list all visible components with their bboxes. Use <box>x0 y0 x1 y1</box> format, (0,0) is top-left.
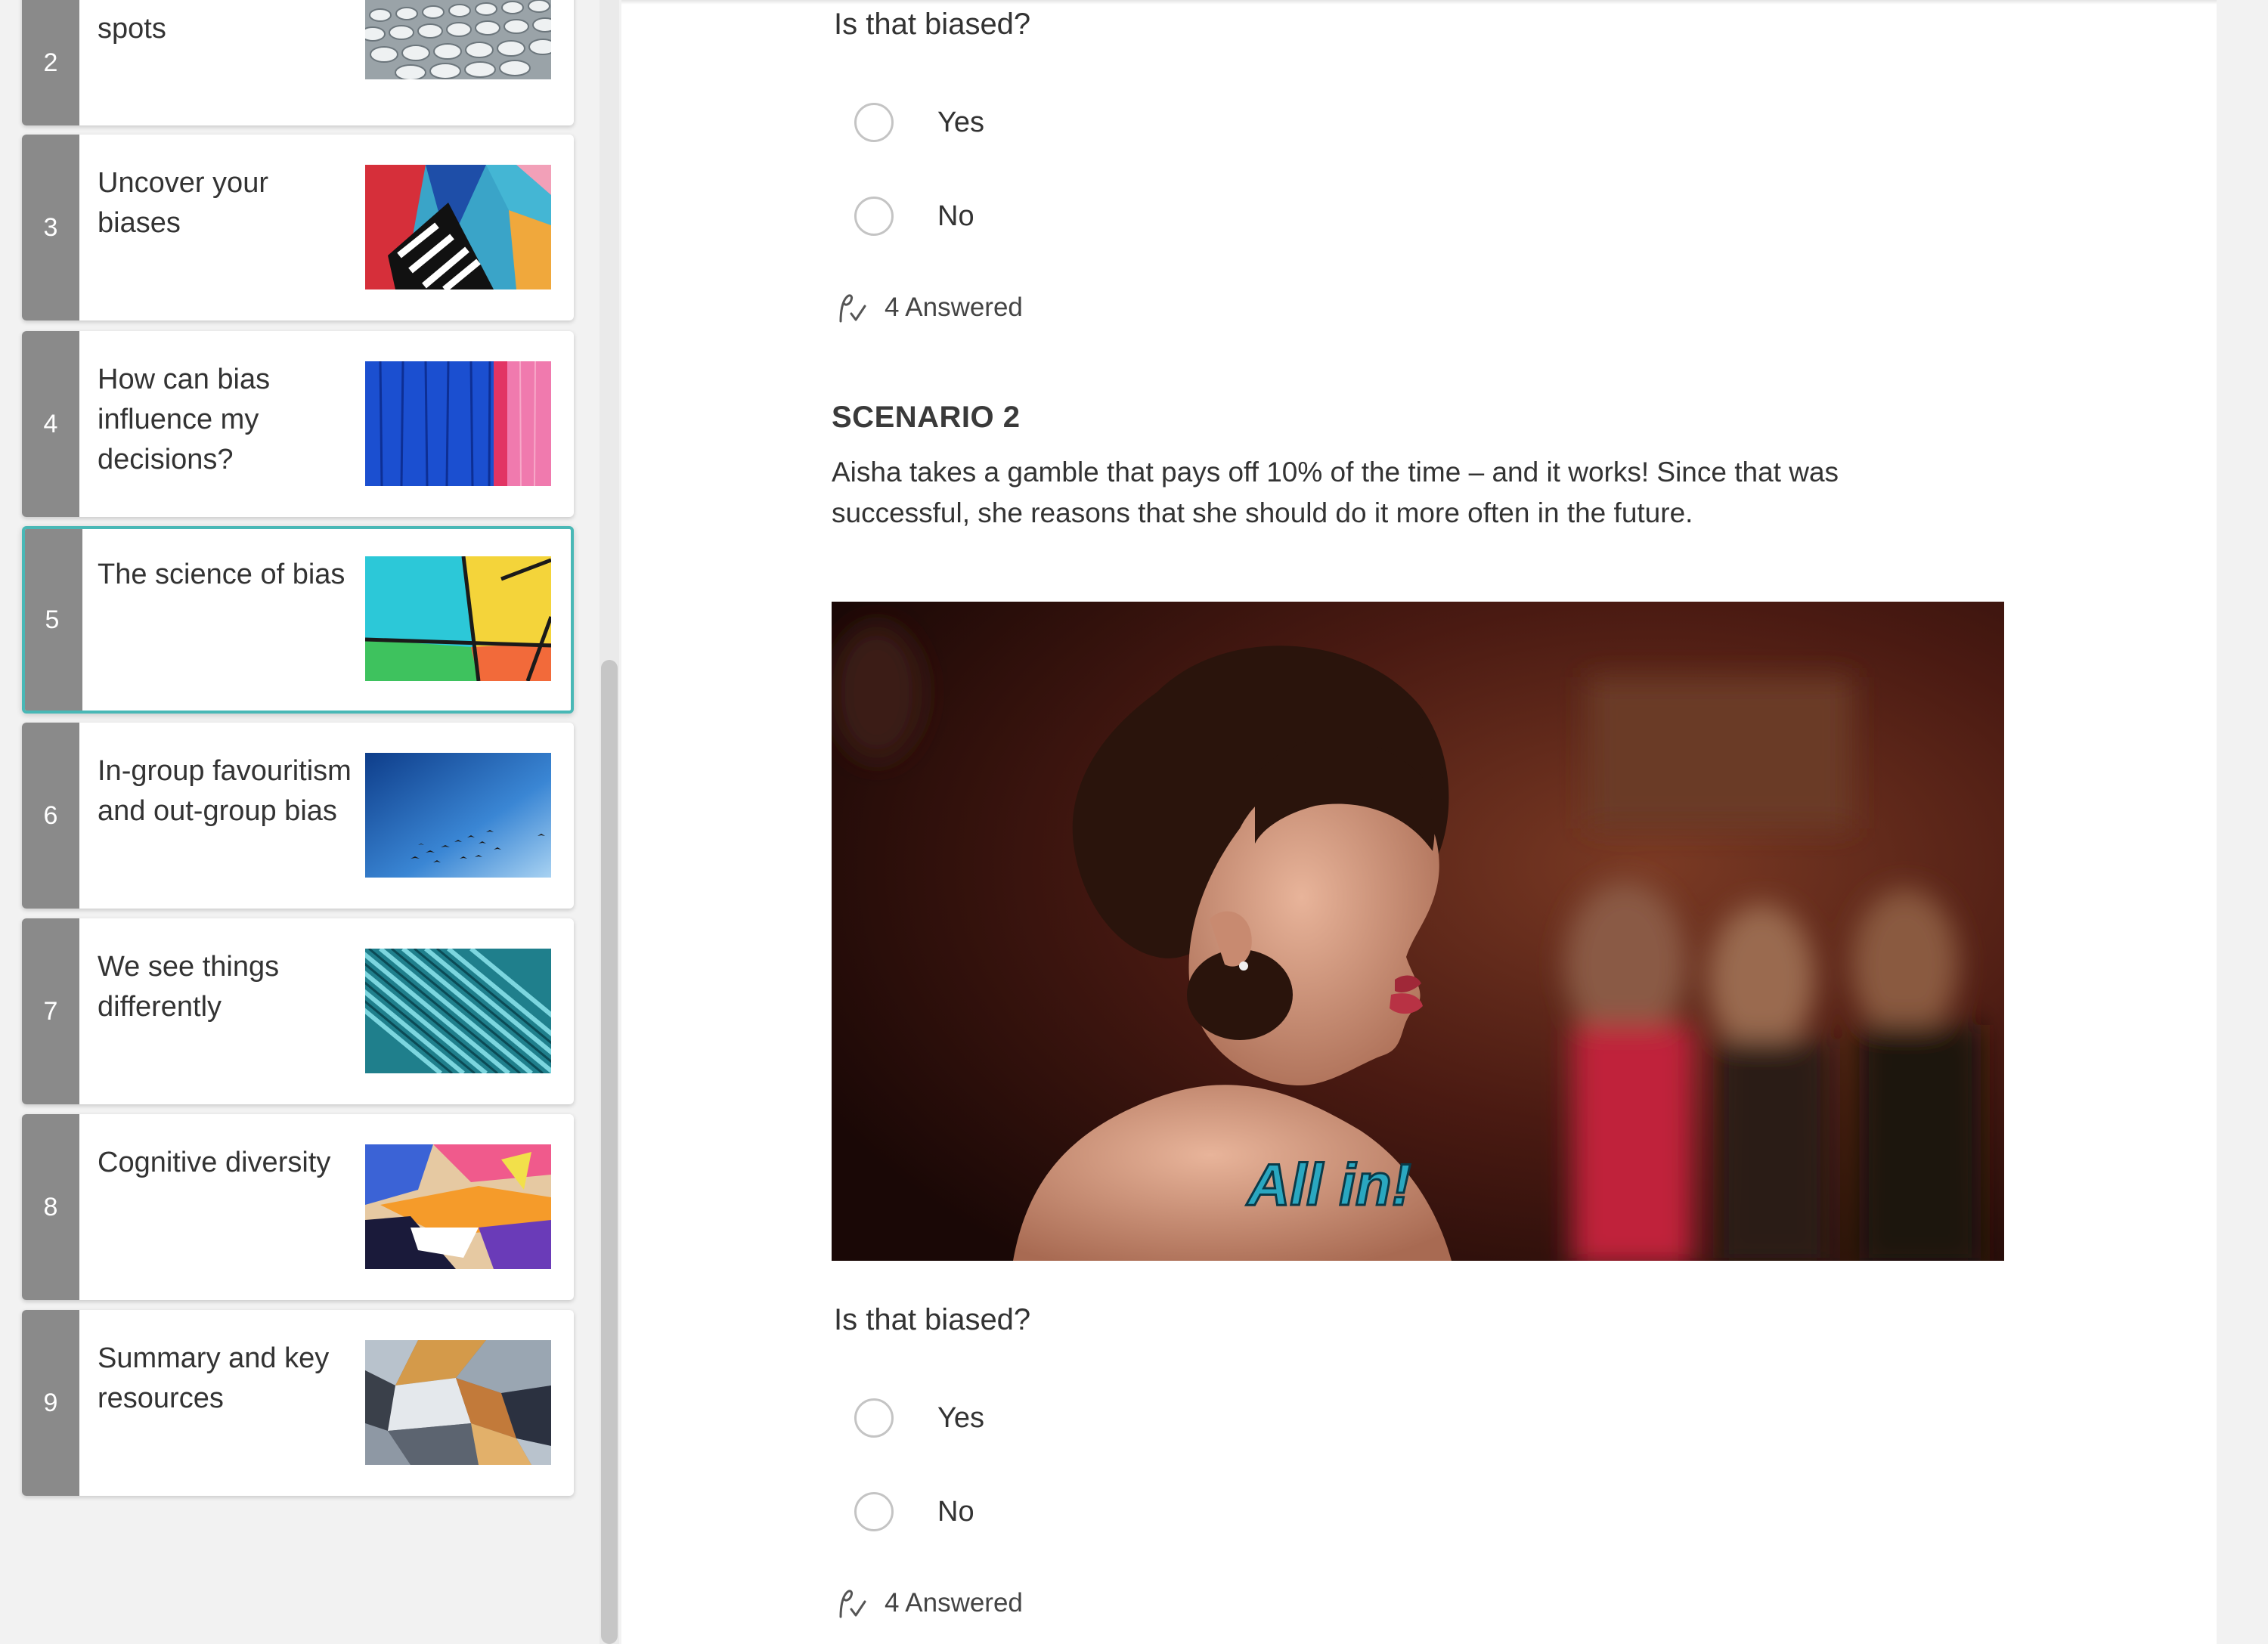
lesson-thumbnail <box>365 1144 551 1269</box>
radio-button[interactable] <box>854 103 894 142</box>
scenario-heading: SCENARIO 2 <box>832 401 1021 434</box>
scenario-gif: All in! <box>832 602 2004 1261</box>
lesson-number: 7 <box>22 918 79 1104</box>
lesson-card-6[interactable]: 6 In-group favouritism and out-group bia… <box>22 723 574 909</box>
lesson-thumbnail <box>365 0 551 79</box>
question-1-option-yes[interactable]: Yes <box>854 101 984 144</box>
answered-icon <box>839 294 866 323</box>
answered-text: 4 Answered <box>885 1588 1023 1618</box>
option-label: No <box>937 1495 974 1528</box>
lesson-number: 2 <box>22 0 79 125</box>
lesson-sidebar: 2 spots 3 Uncover your biases 4 How can … <box>0 0 621 1644</box>
lesson-title: How can bias influence my decisions? <box>98 364 271 475</box>
gif-caption: All in! <box>1246 1151 1411 1218</box>
lesson-thumbnail <box>365 1340 551 1465</box>
answered-icon <box>839 1590 866 1618</box>
lesson-number: 4 <box>22 331 79 517</box>
question-1-option-no[interactable]: No <box>854 195 974 237</box>
lesson-thumbnail <box>365 949 551 1073</box>
question-1-prompt: Is that biased? <box>834 8 1031 41</box>
lesson-title: We see things differently <box>98 951 280 1023</box>
lesson-thumbnail <box>365 556 551 681</box>
app-root: 2 spots 3 Uncover your biases 4 How can … <box>0 0 2268 1644</box>
lesson-title: Summary and key resources <box>98 1342 330 1414</box>
lesson-title: The science of bias <box>98 559 345 590</box>
question-1-answered-count: 4 Answered <box>836 289 1023 327</box>
content-top-shadow <box>621 0 2217 5</box>
scenario-text: Aisha takes a gamble that pays off 10% o… <box>832 457 1839 528</box>
option-label: Yes <box>937 106 984 138</box>
lesson-title: In-group favouritism and out-group bias <box>98 755 352 827</box>
answered-text: 4 Answered <box>885 293 1023 322</box>
lesson-thumbnail <box>365 361 551 486</box>
question-2-answered-count: 4 Answered <box>836 1584 1023 1622</box>
option-label: No <box>937 200 974 232</box>
lesson-thumbnail <box>365 165 551 289</box>
radio-button[interactable] <box>854 1398 894 1438</box>
option-label: Yes <box>937 1401 984 1434</box>
question-2-option-yes[interactable]: Yes <box>854 1397 984 1439</box>
lesson-title: spots <box>98 13 166 45</box>
lesson-number: 9 <box>22 1310 79 1496</box>
lesson-card-3[interactable]: 3 Uncover your biases <box>22 135 574 320</box>
lesson-card-2[interactable]: 2 spots <box>22 0 574 125</box>
lesson-card-9[interactable]: 9 Summary and key resources <box>22 1310 574 1496</box>
lesson-card-8[interactable]: 8 Cognitive diversity <box>22 1114 574 1300</box>
right-gutter <box>2217 0 2268 1644</box>
lesson-number: 6 <box>22 723 79 909</box>
lesson-card-5[interactable]: 5 The science of bias <box>22 526 574 714</box>
lesson-title: Uncover your biases <box>98 167 268 239</box>
question-2-prompt: Is that biased? <box>834 1303 1031 1336</box>
question-2-option-no[interactable]: No <box>854 1491 974 1533</box>
lesson-number: 5 <box>25 529 82 711</box>
lesson-title: Cognitive diversity <box>98 1147 331 1178</box>
lesson-number: 8 <box>22 1114 79 1300</box>
radio-button[interactable] <box>854 197 894 236</box>
sidebar-scrollbar-thumb[interactable] <box>601 660 618 1644</box>
lesson-card-7[interactable]: 7 We see things differently <box>22 918 574 1104</box>
lesson-card-4[interactable]: 4 How can bias influence my decisions? <box>22 331 574 517</box>
lesson-number: 3 <box>22 135 79 320</box>
lesson-thumbnail <box>365 753 551 878</box>
radio-button[interactable] <box>854 1492 894 1531</box>
